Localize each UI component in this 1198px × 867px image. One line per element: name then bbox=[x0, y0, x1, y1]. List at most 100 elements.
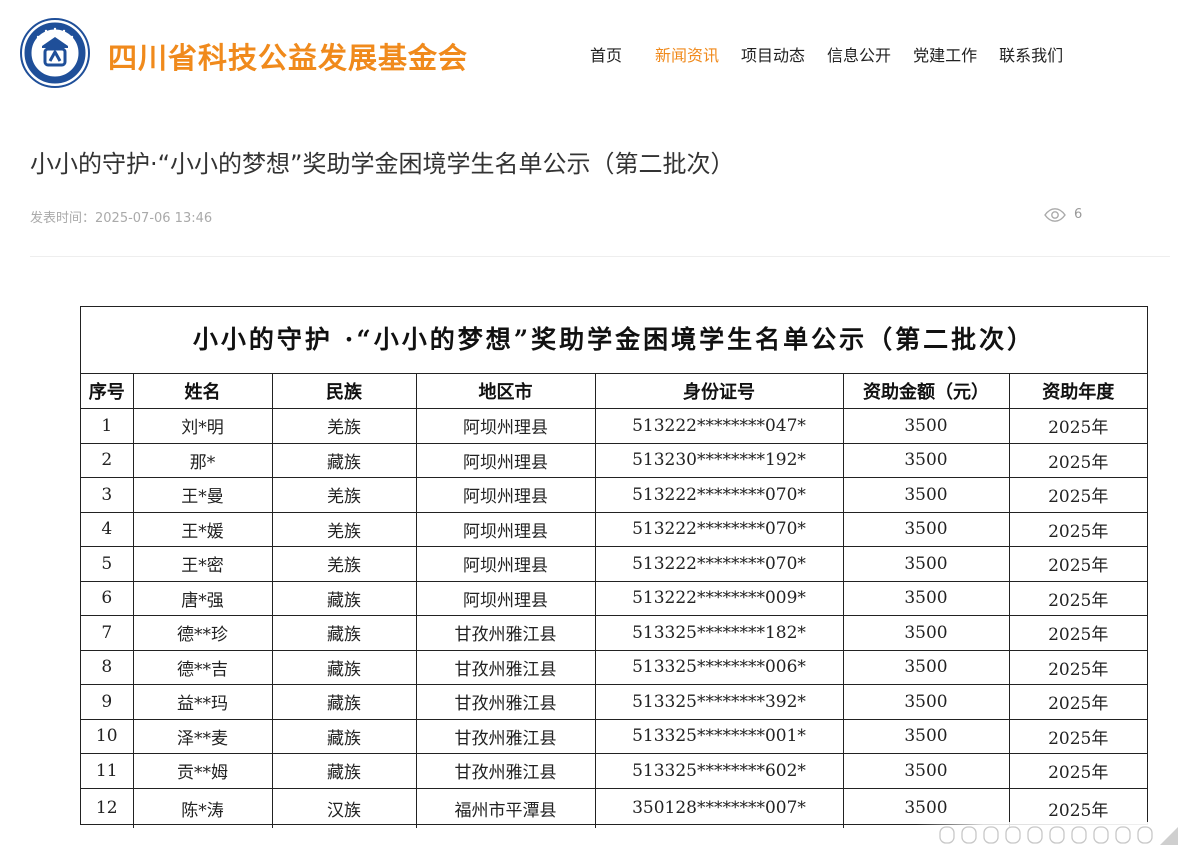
grant-amount-cell: 3500 bbox=[842, 580, 1010, 616]
grant-year-cell: 2025年 bbox=[1008, 615, 1147, 651]
site-name[interactable]: 四川省科技公益发展基金会 bbox=[108, 35, 468, 77]
grant-amount-cell: 3500 bbox=[842, 649, 1010, 685]
row-number-cell: 4 bbox=[81, 511, 134, 547]
foundation-logo-icon[interactable] bbox=[20, 18, 90, 88]
column-header: 民族 bbox=[271, 374, 417, 409]
article-title: 小小的守护·“小小的梦想”奖助学金困境学生名单公示（第二批次） bbox=[30, 150, 735, 178]
region-cell: 阿坝州理县 bbox=[415, 477, 596, 513]
table-row: 8 德**吉 藏族 甘孜州雅江县 513325********006* 3500 2025年 bbox=[81, 649, 1147, 685]
ethnicity-cell: 藏族 bbox=[271, 615, 417, 651]
student-name-cell: 益**玛 bbox=[132, 684, 273, 720]
grant-year-cell: 2025年 bbox=[1008, 546, 1147, 582]
nav-item-home[interactable]: 首页 bbox=[590, 42, 622, 66]
id-number-cell: 350128********007* bbox=[594, 787, 844, 828]
student-list-table: 序号 姓名 民族 地区市 身份证号 资助金额（元） 资助年度 1 刘*明 羌族 阿坝州… bbox=[81, 374, 1147, 828]
grant-year-cell: 2025年 bbox=[1008, 511, 1147, 547]
table-row: 1 刘*明 羌族 阿坝州理县 513222********047* 3500 2025年 bbox=[81, 408, 1147, 444]
column-header: 姓名 bbox=[132, 374, 273, 409]
eye-icon bbox=[1044, 207, 1066, 222]
student-name-cell: 王*密 bbox=[132, 546, 273, 582]
nav-item-contact[interactable]: 联系我们 bbox=[999, 42, 1063, 66]
id-number-cell: 513325********392* bbox=[594, 684, 844, 720]
table-row: 10 泽**麦 藏族 甘孜州雅江县 513325********001* 3500 2025… bbox=[81, 718, 1147, 754]
student-name-cell: 王*媛 bbox=[132, 511, 273, 547]
region-cell: 阿坝州理县 bbox=[415, 511, 596, 547]
region-cell: 甘孜州雅江县 bbox=[415, 718, 596, 754]
column-header: 序号 bbox=[81, 374, 134, 409]
grant-amount-cell: 3500 bbox=[842, 753, 1010, 789]
region-cell: 阿坝州理县 bbox=[415, 546, 596, 582]
column-header: 地区市 bbox=[415, 374, 596, 409]
watermark-logo-icon bbox=[916, 822, 1186, 848]
view-count: 6 bbox=[1044, 207, 1082, 222]
grant-year-cell: 2025年 bbox=[1008, 649, 1147, 685]
table-row: 2 那* 藏族 阿坝州理县 513230********192* 3500 2025年 bbox=[81, 442, 1147, 478]
header-divider bbox=[30, 256, 1170, 257]
row-number-cell: 6 bbox=[81, 580, 134, 616]
nav-item-party-building[interactable]: 党建工作 bbox=[913, 42, 977, 66]
ethnicity-cell: 羌族 bbox=[271, 546, 417, 582]
row-number-cell: 11 bbox=[81, 753, 134, 789]
column-header: 身份证号 bbox=[594, 374, 844, 409]
table-row: 6 唐*强 藏族 阿坝州理县 513222********009* 3500 2025年 bbox=[81, 580, 1147, 616]
table-header-row: 序号 姓名 民族 地区市 身份证号 资助金额（元） 资助年度 bbox=[81, 374, 1147, 409]
id-number-cell: 513325********602* bbox=[594, 753, 844, 789]
row-number-cell: 10 bbox=[81, 718, 134, 754]
student-name-cell: 那* bbox=[132, 442, 273, 478]
page: 四川省科技公益发展基金会 首页 新闻资讯 项目动态 信息公开 党建工作 联系我们… bbox=[0, 0, 1198, 867]
student-name-cell: 王*曼 bbox=[132, 477, 273, 513]
ethnicity-cell: 羌族 bbox=[271, 477, 417, 513]
id-number-cell: 513222********070* bbox=[594, 511, 844, 547]
grant-amount-cell: 3500 bbox=[842, 718, 1010, 754]
row-number-cell: 2 bbox=[81, 442, 134, 478]
nav-item-projects[interactable]: 项目动态 bbox=[741, 42, 805, 66]
id-number-cell: 513325********182* bbox=[594, 615, 844, 651]
id-number-cell: 513222********070* bbox=[594, 546, 844, 582]
grant-year-cell: 2025年 bbox=[1008, 408, 1147, 444]
grant-amount-cell: 3500 bbox=[842, 546, 1010, 582]
grant-year-cell: 2025年 bbox=[1008, 718, 1147, 754]
nav-item-news[interactable]: 新闻资讯 bbox=[655, 42, 719, 66]
region-cell: 甘孜州雅江县 bbox=[415, 649, 596, 685]
region-cell: 甘孜州雅江县 bbox=[415, 615, 596, 651]
view-count-value: 6 bbox=[1074, 207, 1083, 222]
ethnicity-cell: 藏族 bbox=[271, 649, 417, 685]
region-cell: 福州市平潭县 bbox=[415, 787, 596, 828]
grant-year-cell: 2025年 bbox=[1008, 684, 1147, 720]
grant-amount-cell: 3500 bbox=[842, 408, 1010, 444]
table-row: 3 王*曼 羌族 阿坝州理县 513222********070* 3500 2025年 bbox=[81, 477, 1147, 513]
region-cell: 阿坝州理县 bbox=[415, 442, 596, 478]
student-name-cell: 唐*强 bbox=[132, 580, 273, 616]
ethnicity-cell: 藏族 bbox=[271, 684, 417, 720]
grant-year-cell: 2025年 bbox=[1008, 442, 1147, 478]
region-cell: 阿坝州理县 bbox=[415, 408, 596, 444]
grant-year-cell: 2025年 bbox=[1008, 753, 1147, 789]
ethnicity-cell: 藏族 bbox=[271, 442, 417, 478]
grant-amount-cell: 3500 bbox=[842, 442, 1010, 478]
main-nav: 首页 新闻资讯 项目动态 信息公开 党建工作 联系我们 bbox=[590, 42, 1063, 66]
student-name-cell: 陈*涛 bbox=[132, 787, 273, 828]
row-number-cell: 9 bbox=[81, 684, 134, 720]
column-header: 资助金额（元） bbox=[842, 374, 1010, 409]
grant-year-cell: 2025年 bbox=[1008, 477, 1147, 513]
grant-amount-cell: 3500 bbox=[842, 684, 1010, 720]
row-number-cell: 7 bbox=[81, 615, 134, 651]
ethnicity-cell: 藏族 bbox=[271, 718, 417, 754]
student-name-cell: 贡**姆 bbox=[132, 753, 273, 789]
column-header: 资助年度 bbox=[1008, 374, 1147, 409]
table-row: 9 益**玛 藏族 甘孜州雅江县 513325********392* 3500 2025年 bbox=[81, 684, 1147, 720]
region-cell: 阿坝州理县 bbox=[415, 580, 596, 616]
student-name-cell: 刘*明 bbox=[132, 408, 273, 444]
row-number-cell: 1 bbox=[81, 408, 134, 444]
ethnicity-cell: 藏族 bbox=[271, 580, 417, 616]
student-name-cell: 德**吉 bbox=[132, 649, 273, 685]
id-number-cell: 513222********070* bbox=[594, 477, 844, 513]
ethnicity-cell: 汉族 bbox=[271, 787, 417, 828]
ethnicity-cell: 羌族 bbox=[271, 408, 417, 444]
ethnicity-cell: 藏族 bbox=[271, 753, 417, 789]
table-row: 11 贡**姆 藏族 甘孜州雅江县 513325********602* 3500 2025… bbox=[81, 753, 1147, 789]
id-number-cell: 513230********192* bbox=[594, 442, 844, 478]
row-number-cell: 3 bbox=[81, 477, 134, 513]
nav-item-disclosure[interactable]: 信息公开 bbox=[827, 42, 891, 66]
publish-time: 发表时间：2025-07-06 13:46 bbox=[30, 211, 213, 226]
